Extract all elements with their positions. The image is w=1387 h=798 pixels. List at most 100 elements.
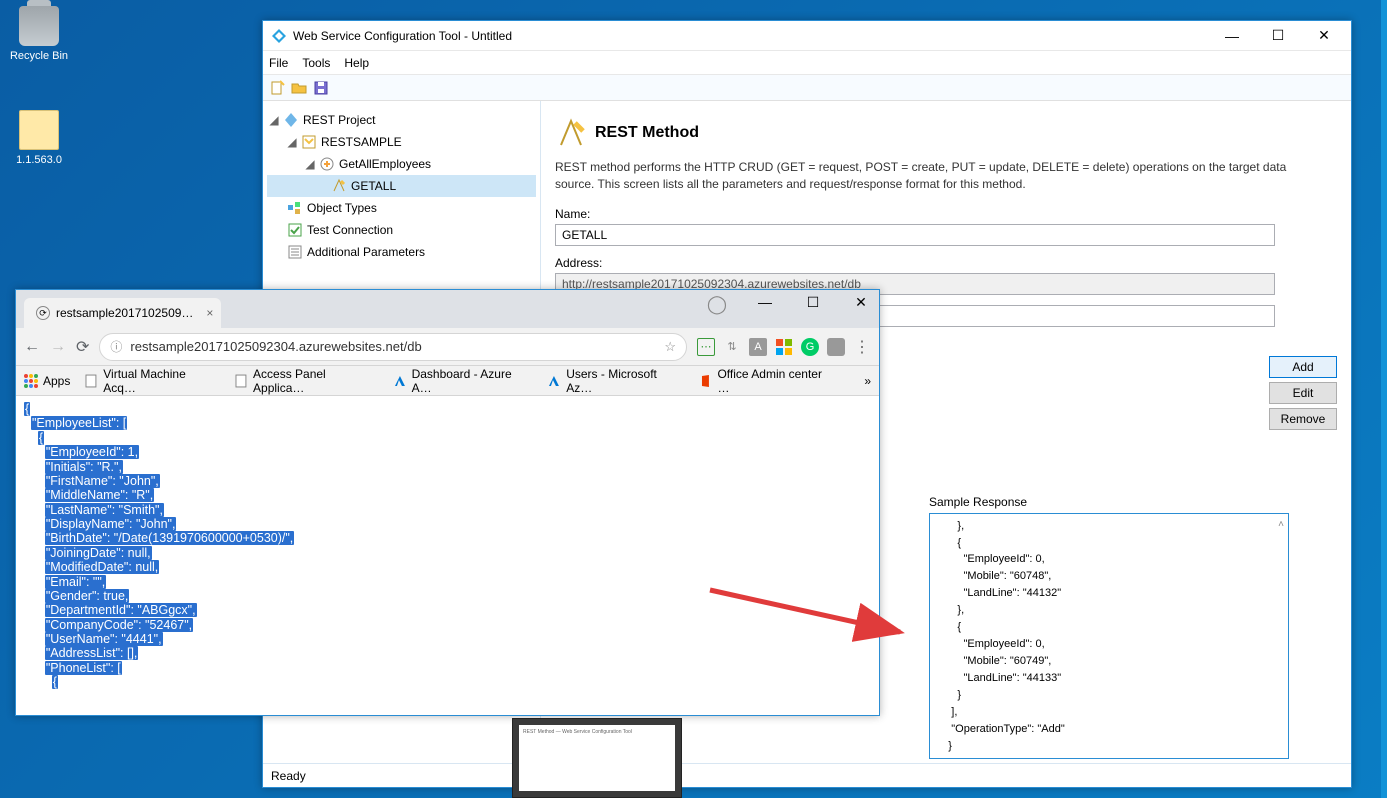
address-label: Address:	[555, 256, 1337, 270]
chrome-window: ⟳ restsample2017102509… × ◯ — ☐ ✕ ← → ⟳ …	[15, 289, 880, 716]
window-title: Web Service Configuration Tool - Untitle…	[293, 29, 1209, 43]
bookmark-label: Access Panel Applica…	[253, 367, 379, 395]
bookmark-overflow[interactable]: »	[864, 374, 871, 388]
tree-object-types[interactable]: Object Types	[267, 197, 536, 219]
expand-arrow-icon[interactable]: ◢	[267, 113, 281, 127]
reload-icon[interactable]: ⟳	[76, 337, 89, 357]
desktop-folder[interactable]: 1.1.563.0	[4, 110, 74, 166]
ext-icon-a[interactable]: A	[749, 338, 767, 356]
sample-response-box[interactable]: ˄ }, { "EmployeeId": 0, "Mobile": "60748…	[929, 513, 1289, 759]
bookmark-label: Users - Microsoft Az…	[566, 367, 684, 395]
titlebar[interactable]: Web Service Configuration Tool - Untitle…	[263, 21, 1351, 51]
method-icon	[331, 178, 347, 194]
new-icon[interactable]	[269, 80, 285, 96]
bookmark-label: Apps	[43, 374, 70, 388]
right-edge-bar	[1381, 0, 1387, 798]
chrome-close-button[interactable]: ✕	[847, 294, 875, 315]
tree-root[interactable]: ◢ REST Project	[267, 109, 536, 131]
sample-response-label: Sample Response	[929, 495, 1289, 509]
desktop-icon-label: Recycle Bin	[4, 50, 74, 62]
tab-favicon: ⟳	[36, 306, 50, 320]
chrome-menu-icon[interactable]: ⋮	[853, 338, 871, 356]
page-icon	[84, 374, 98, 388]
chrome-tabstrip[interactable]: ⟳ restsample2017102509… × ◯ — ☐ ✕	[16, 290, 879, 328]
apps-icon	[24, 374, 38, 388]
chrome-maximize-button[interactable]: ☐	[799, 294, 827, 315]
name-input[interactable]	[555, 224, 1275, 246]
scroll-up-icon[interactable]: ˄	[1278, 518, 1284, 533]
tree-label: RESTSAMPLE	[321, 135, 402, 149]
tab-title: restsample2017102509…	[56, 306, 193, 320]
additional-params-icon	[287, 244, 303, 260]
azure-icon	[393, 374, 407, 388]
taskbar-preview[interactable]: REST Method — Web Service Configuration …	[512, 718, 682, 798]
menu-tools[interactable]: Tools	[302, 56, 330, 70]
extension-icons: ⋯ ⇅ A G ⋮	[697, 338, 871, 356]
expand-arrow-icon[interactable]: ◢	[285, 135, 299, 149]
bookmarks-bar: Apps Virtual Machine Acq… Access Panel A…	[16, 366, 879, 396]
edit-button[interactable]: Edit	[1269, 382, 1337, 404]
status-text: Ready	[271, 769, 306, 783]
desktop-recycle-bin[interactable]: Recycle Bin	[4, 6, 74, 62]
tree-label: Object Types	[307, 201, 377, 215]
folder-icon	[19, 110, 59, 150]
name-label: Name:	[555, 207, 1337, 221]
minimize-button[interactable]: —	[1209, 22, 1255, 50]
chrome-tab[interactable]: ⟳ restsample2017102509… ×	[24, 298, 221, 328]
tree-sample[interactable]: ◢ RESTSAMPLE	[267, 131, 536, 153]
ext-icon-grammarly[interactable]: G	[801, 338, 819, 356]
bookmark-dashboard[interactable]: Dashboard - Azure A…	[393, 367, 534, 395]
menu-file[interactable]: File	[269, 56, 288, 70]
content-description: REST method performs the HTTP CRUD (GET …	[555, 159, 1325, 193]
tree-label: REST Project	[303, 113, 375, 127]
close-button[interactable]: ✕	[1301, 22, 1347, 50]
tab-close-icon[interactable]: ×	[206, 306, 213, 320]
expand-arrow-icon[interactable]: ◢	[303, 157, 317, 171]
page-icon	[234, 374, 248, 388]
chrome-toolbar: ← → ⟳ ⓘ restsample20171025092304.azurewe…	[16, 328, 879, 366]
save-icon[interactable]	[313, 80, 329, 96]
star-icon[interactable]: ☆	[664, 339, 676, 355]
sample-response-section: Sample Response ˄ }, { "EmployeeId": 0, …	[929, 495, 1289, 759]
back-icon[interactable]: ←	[24, 338, 40, 356]
ext-icon-windows[interactable]	[775, 338, 793, 356]
sample-response-text: }, { "EmployeeId": 0, "Mobile": "60748",…	[936, 520, 1065, 759]
tree-label: Additional Parameters	[307, 245, 425, 259]
bookmark-access[interactable]: Access Panel Applica…	[234, 367, 379, 395]
bookmark-office[interactable]: Office Admin center …	[699, 367, 837, 395]
omnibox[interactable]: ⓘ restsample20171025092304.azurewebsites…	[99, 333, 687, 361]
test-connection-icon	[287, 222, 303, 238]
taskbar-preview-content: REST Method — Web Service Configuration …	[519, 725, 675, 791]
object-types-icon	[287, 200, 303, 216]
menu-help[interactable]: Help	[344, 56, 369, 70]
side-buttons: Add Edit Remove	[1269, 356, 1337, 430]
remove-button[interactable]: Remove	[1269, 408, 1337, 430]
tree-getall[interactable]: GETALL	[267, 175, 536, 197]
add-button[interactable]: Add	[1269, 356, 1337, 378]
bookmark-vm[interactable]: Virtual Machine Acq…	[84, 367, 220, 395]
desktop-icon-label: 1.1.563.0	[4, 154, 74, 166]
chrome-viewport[interactable]: { "EmployeeList": [ { "EmployeeId": 1, "…	[16, 396, 879, 715]
tree-additional-params[interactable]: Additional Parameters	[267, 241, 536, 263]
office-icon	[699, 374, 713, 388]
chrome-user-icon[interactable]: ◯	[703, 294, 731, 315]
site-info-icon[interactable]: ⓘ	[110, 338, 122, 355]
chrome-minimize-button[interactable]: —	[751, 294, 779, 315]
method-group-icon	[319, 156, 335, 172]
open-icon[interactable]	[291, 80, 307, 96]
ext-icon-grey[interactable]	[827, 338, 845, 356]
ext-icon-green-box[interactable]: ⋯	[697, 338, 715, 356]
bookmark-users[interactable]: Users - Microsoft Az…	[547, 367, 684, 395]
tree-test-connection[interactable]: Test Connection	[267, 219, 536, 241]
statusbar: Ready	[263, 763, 1351, 787]
project-icon	[283, 112, 299, 128]
tree-getallemployees[interactable]: ◢ GetAllEmployees	[267, 153, 536, 175]
ext-icon-flow[interactable]: ⇅	[723, 338, 741, 356]
forward-icon: →	[50, 338, 66, 356]
url-text: restsample20171025092304.azurewebsites.n…	[130, 339, 421, 354]
maximize-button[interactable]: ☐	[1255, 22, 1301, 50]
toolbar	[263, 75, 1351, 101]
tree-label: GetAllEmployees	[339, 157, 431, 171]
menubar: File Tools Help	[263, 51, 1351, 75]
bookmark-apps[interactable]: Apps	[24, 374, 70, 388]
